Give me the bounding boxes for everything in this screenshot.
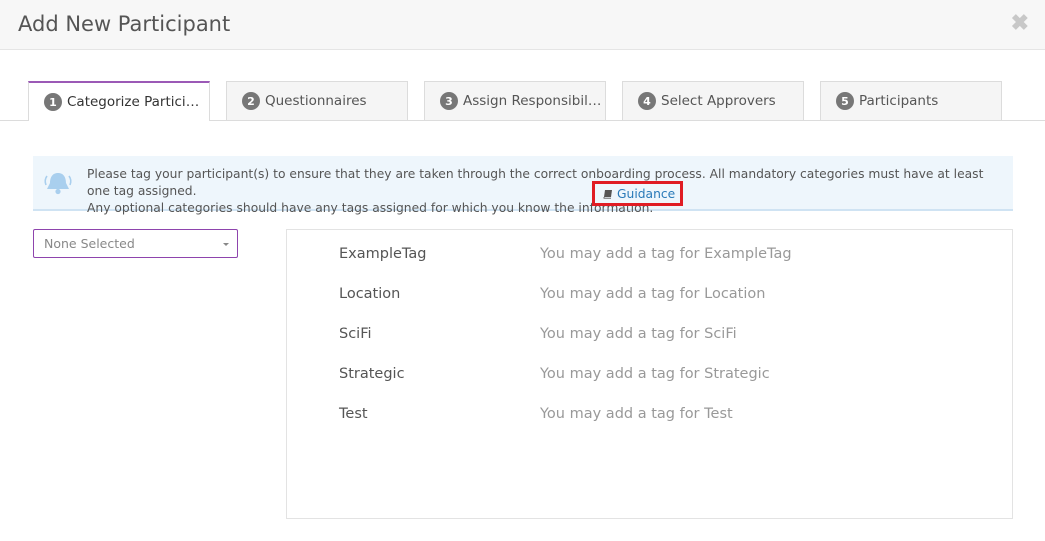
tab-step-number: 2 [242,92,260,110]
chevron-down-icon [223,243,229,246]
category-name: Location [339,286,401,302]
tab-questionnaires[interactable]: 2 Questionnaires [226,81,408,120]
category-tag-input[interactable]: You may add a tag for ExampleTag [540,246,1020,262]
tab-label: Select Approvers [661,93,776,109]
category-tag-input[interactable]: You may add a tag for Strategic [540,366,1020,382]
guidance-label: Guidance [617,186,676,201]
tab-step-number: 5 [836,92,854,110]
category-filter-select[interactable]: None Selected [33,229,238,258]
category-tag-input[interactable]: You may add a tag for Test [540,406,1020,422]
guidance-link[interactable]: Guidance [592,181,683,206]
modal-header: Add New Participant ✖ [0,0,1045,50]
alert-line-1: Please tag your participant(s) to ensure… [87,167,984,198]
add-participant-modal: Add New Participant ✖ 1 Categorize Parti… [0,0,1045,541]
modal-title: Add New Participant [18,12,231,36]
book-icon [603,189,612,199]
info-alert: Please tag your participant(s) to ensure… [33,156,1013,215]
bell-icon [44,173,72,195]
tab-participants[interactable]: 5 Participants [820,81,1002,120]
tab-categorize-participants[interactable]: 1 Categorize Particip... [28,81,210,121]
tab-assign-responsibilities[interactable]: 3 Assign Responsibili... [424,81,606,120]
alert-message: Please tag your participant(s) to ensure… [87,166,1002,217]
close-icon[interactable]: ✖ [1011,11,1029,35]
categories-panel: ExampleTag You may add a tag for Example… [286,229,1013,519]
alert-line-2: Any optional categories should have any … [87,201,654,215]
tab-step-number: 4 [638,92,656,110]
tab-label: Categorize Particip... [67,94,207,110]
tab-label: Participants [859,93,939,109]
category-tag-input[interactable]: You may add a tag for Location [540,286,1020,302]
category-tag-input[interactable]: You may add a tag for SciFi [540,326,1020,342]
category-name: Test [339,406,368,422]
tab-step-number: 3 [440,92,458,110]
category-name: SciFi [339,326,372,342]
tab-label: Assign Responsibili... [463,93,603,109]
tab-step-number: 1 [44,93,62,111]
category-name: ExampleTag [339,246,427,262]
select-value: None Selected [44,236,135,251]
wizard-tabs: 1 Categorize Particip... 2 Questionnaire… [0,81,1045,121]
tab-select-approvers[interactable]: 4 Select Approvers [622,81,804,120]
category-name: Strategic [339,366,405,382]
tab-label: Questionnaires [265,93,367,109]
